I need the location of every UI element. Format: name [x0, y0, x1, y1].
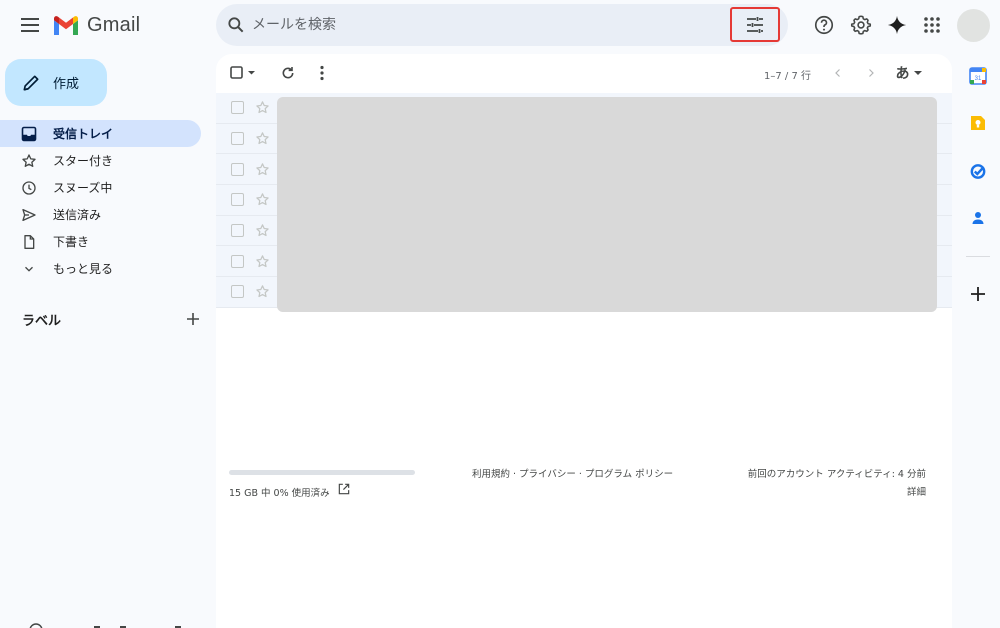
sidebar-item-label: スター付き	[53, 154, 114, 168]
clock-icon	[20, 179, 38, 197]
sidebar-item-label: 下書き	[53, 235, 90, 249]
account-avatar[interactable]	[957, 9, 990, 42]
main-menu-button[interactable]	[18, 13, 42, 37]
gemini-button[interactable]	[884, 12, 910, 38]
contacts-app-button[interactable]	[968, 208, 988, 228]
help-button[interactable]	[811, 12, 837, 38]
row-checkbox[interactable]	[231, 285, 244, 299]
contacts-icon	[972, 212, 984, 224]
checkbox-dropdown-icon	[230, 66, 255, 79]
input-tool-label: あ	[895, 66, 910, 82]
inbox-icon	[20, 125, 38, 143]
brand-name: Gmail	[87, 13, 141, 36]
row-checkbox[interactable]	[231, 132, 244, 146]
sidebar-item-label: もっと見る	[53, 262, 114, 276]
star-icon	[20, 152, 38, 170]
star-icon[interactable]	[255, 192, 270, 207]
keep-icon	[971, 116, 985, 130]
chevron-down-icon	[20, 260, 38, 278]
star-icon[interactable]	[255, 100, 270, 115]
row-checkbox[interactable]	[231, 101, 244, 115]
search-input[interactable]	[252, 12, 732, 38]
refresh-button[interactable]	[278, 63, 298, 83]
chevron-left-icon	[835, 69, 840, 77]
sidebar-item-label: 送信済み	[53, 208, 102, 222]
footer-links[interactable]: 利用規約 · プライバシー · プログラム ポリシー	[472, 466, 673, 480]
compose-label: 作成	[53, 77, 80, 92]
keep-app-button[interactable]	[968, 113, 988, 133]
calendar-app-button[interactable]: 31	[968, 66, 988, 86]
star-icon[interactable]	[255, 284, 270, 299]
gear-icon	[850, 15, 872, 35]
input-tools-button[interactable]: あ	[892, 63, 926, 83]
sidebar-item-label: 受信トレイ	[53, 127, 114, 141]
labels-section: ラベル	[22, 309, 202, 329]
sidebar-nav: 受信トレイ スター付き スヌーズ中 送信済み 下書き もっと見る	[0, 120, 212, 282]
sidebar-item-drafts[interactable]: 下書き	[0, 228, 201, 255]
apps-button[interactable]	[919, 12, 945, 38]
last-activity: 前回のアカウント アクティビティ: 4 分前	[747, 469, 926, 480]
sidebar-item-snoozed[interactable]: スヌーズ中	[0, 174, 201, 201]
help-icon	[814, 15, 834, 35]
pencil-icon	[23, 75, 39, 90]
more-options-button[interactable]	[312, 63, 332, 83]
send-icon	[20, 206, 38, 224]
newer-page-button[interactable]	[861, 63, 881, 83]
search-bar	[216, 4, 788, 46]
more-vert-icon	[320, 65, 324, 81]
redacted-mail-content	[277, 97, 937, 312]
star-icon[interactable]	[255, 162, 270, 177]
svg-text:31: 31	[975, 76, 982, 82]
chevron-right-icon	[869, 69, 874, 77]
storage-bar	[229, 470, 415, 475]
side-panel-divider	[966, 256, 990, 257]
sparkle-icon	[887, 15, 907, 35]
tasks-icon	[970, 164, 986, 179]
select-all-button[interactable]	[229, 63, 259, 83]
plus-icon	[971, 287, 985, 301]
calendar-icon: 31	[969, 67, 987, 85]
open-in-new-icon[interactable]	[337, 482, 351, 496]
star-icon[interactable]	[255, 223, 270, 238]
add-label-button[interactable]	[184, 310, 202, 328]
row-checkbox[interactable]	[231, 162, 244, 176]
tune-icon	[747, 16, 763, 33]
row-checkbox[interactable]	[231, 224, 244, 238]
row-checkbox[interactable]	[231, 254, 244, 268]
draft-icon	[20, 233, 38, 251]
plus-icon	[187, 313, 199, 325]
page-count: 1–7 / 7 行	[764, 71, 811, 82]
labels-title: ラベル	[22, 313, 62, 329]
sidebar-item-sent[interactable]: 送信済み	[0, 201, 201, 228]
refresh-icon	[282, 67, 294, 79]
star-icon[interactable]	[255, 254, 270, 269]
caret-down-icon	[913, 71, 922, 75]
sidebar-item-starred[interactable]: スター付き	[0, 147, 201, 174]
mail-list-panel: 1–7 / 7 行 あ 15 GB 中 0% 使用済み 利用規約 · プライバシ…	[216, 54, 952, 628]
row-checkbox[interactable]	[231, 193, 244, 207]
bottom-cutoff-area	[20, 618, 200, 628]
search-icon[interactable]	[226, 15, 246, 35]
storage-usage-text: 15 GB 中 0% 使用済み	[229, 488, 330, 499]
sidebar-item-more[interactable]: もっと見る	[0, 255, 201, 282]
settings-button[interactable]	[848, 12, 874, 38]
get-addons-button[interactable]	[968, 284, 988, 304]
details-link[interactable]: 詳細	[907, 484, 926, 498]
mail-toolbar: 1–7 / 7 行 あ	[216, 54, 952, 92]
apps-grid-icon	[924, 17, 940, 33]
older-page-button[interactable]	[828, 63, 848, 83]
gmail-logo[interactable]: Gmail	[52, 12, 140, 38]
gmail-m-icon	[54, 16, 78, 35]
tasks-app-button[interactable]	[968, 161, 988, 181]
star-icon[interactable]	[255, 131, 270, 146]
sidebar-item-inbox[interactable]: 受信トレイ	[0, 120, 201, 147]
compose-button[interactable]: 作成	[5, 59, 107, 106]
sidebar-item-label: スヌーズ中	[53, 181, 113, 195]
search-options-button[interactable]	[730, 7, 780, 42]
